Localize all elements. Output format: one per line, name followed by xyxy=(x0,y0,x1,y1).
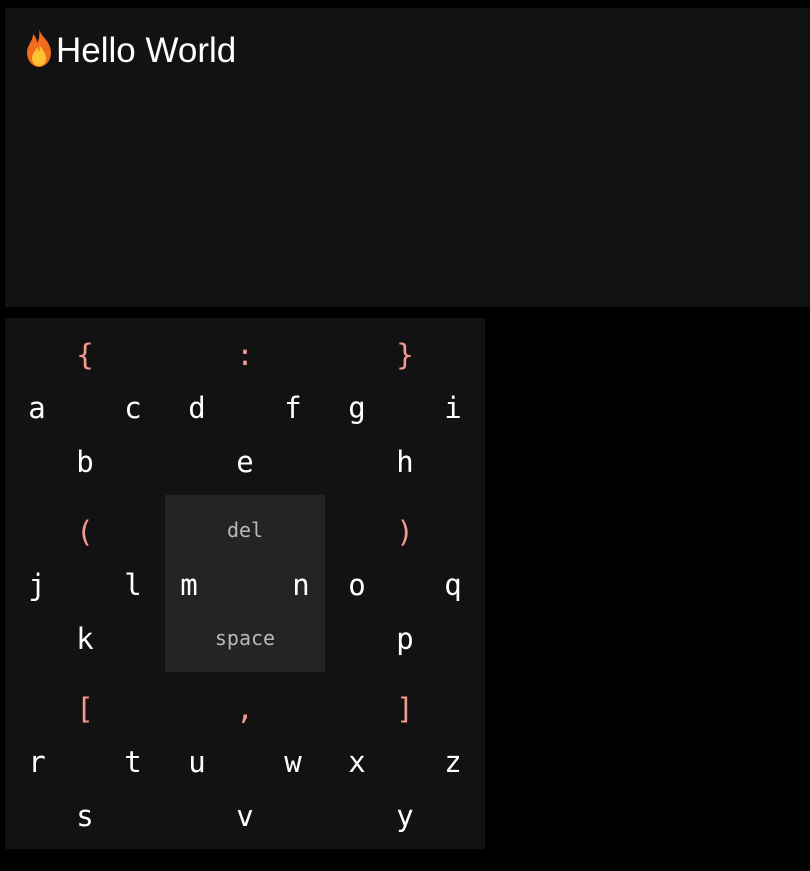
key-p[interactable]: p xyxy=(396,622,413,656)
key-f[interactable]: f xyxy=(284,391,301,425)
key-b[interactable]: b xyxy=(76,445,93,479)
key-s[interactable]: s xyxy=(76,799,93,833)
key-i[interactable]: i xyxy=(444,391,461,425)
key-e[interactable]: e xyxy=(236,445,253,479)
key-o[interactable]: o xyxy=(348,568,365,602)
key-close-bracket[interactable]: ] xyxy=(396,692,413,726)
key-open-paren[interactable]: ( xyxy=(76,515,93,549)
key-a[interactable]: a xyxy=(28,391,45,425)
key-g[interactable]: g xyxy=(348,391,365,425)
key-space[interactable]: space xyxy=(215,626,275,650)
key-m[interactable]: m xyxy=(180,568,197,602)
key-h[interactable]: h xyxy=(396,445,413,479)
text-editor-panel[interactable]: Hello World xyxy=(5,8,810,307)
key-open-bracket[interactable]: [ xyxy=(76,692,93,726)
key-v[interactable]: v xyxy=(236,799,253,833)
key-close-brace[interactable]: } xyxy=(396,338,413,372)
key-n[interactable]: n xyxy=(292,568,309,602)
key-u[interactable]: u xyxy=(188,745,205,779)
key-c[interactable]: c xyxy=(124,391,141,425)
editor-text-value: Hello World xyxy=(56,31,237,70)
key-d[interactable]: d xyxy=(188,391,205,425)
key-l[interactable]: l xyxy=(124,568,141,602)
key-x[interactable]: x xyxy=(348,745,365,779)
key-close-paren[interactable]: ) xyxy=(396,515,413,549)
flame-icon xyxy=(27,29,51,67)
key-open-brace[interactable]: { xyxy=(76,338,93,372)
chord-keyboard: { : } a c d f g i b e h ( del ) j l m n … xyxy=(5,318,485,849)
key-colon[interactable]: : xyxy=(236,338,253,372)
key-y[interactable]: y xyxy=(396,799,413,833)
key-j[interactable]: j xyxy=(28,568,45,602)
key-w[interactable]: w xyxy=(284,745,301,779)
editor-content[interactable]: Hello World xyxy=(22,28,236,72)
key-comma[interactable]: , xyxy=(236,692,253,726)
key-t[interactable]: t xyxy=(124,745,141,779)
key-q[interactable]: q xyxy=(444,568,461,602)
key-delete[interactable]: del xyxy=(227,518,263,542)
key-k[interactable]: k xyxy=(76,622,93,656)
key-r[interactable]: r xyxy=(28,745,45,779)
key-z[interactable]: z xyxy=(444,745,461,779)
